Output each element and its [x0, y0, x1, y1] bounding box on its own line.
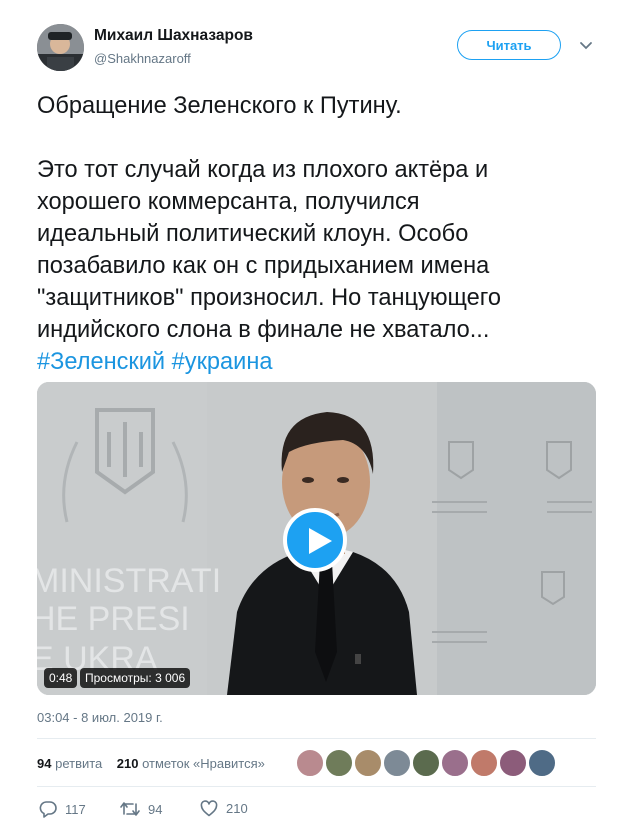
hashtags: #Зеленский #украина [37, 346, 597, 378]
divider [37, 786, 596, 787]
reply-count: 117 [65, 801, 86, 817]
likes-label[interactable]: отметок «Нравится» [142, 756, 265, 771]
liker-avatar[interactable] [441, 749, 469, 777]
author-handle[interactable]: @Shakhnazaroff [94, 51, 191, 66]
like-count: 210 [226, 801, 248, 816]
liker-avatar[interactable] [412, 749, 440, 777]
retweet-count: 94 [148, 801, 163, 817]
tweet-line: индийского слона в финале не хватало... [37, 317, 490, 343]
tweet-line: "защитников" произносил. Но танцующего [37, 285, 502, 311]
video-views: Просмотры: 3 006 [80, 668, 191, 688]
retweet-button[interactable]: 94 [120, 800, 162, 818]
tweet-timestamp[interactable]: 03:04 - 8 июл. 2019 г. [37, 710, 163, 725]
play-button[interactable] [283, 508, 347, 572]
follow-button[interactable]: Читать [457, 30, 561, 60]
author-avatar[interactable] [37, 24, 84, 71]
user-avatar-icon [37, 24, 84, 71]
tweet-line: хорошего коммерсанта, получился [37, 189, 420, 215]
tweet-line: позабавило как он с придыханием имена [37, 253, 490, 279]
hashtag-link[interactable]: #Зеленский [37, 349, 165, 375]
chevron-down-icon[interactable] [578, 38, 594, 54]
svg-text:MINISTRATI: MINISTRATI [37, 562, 221, 600]
likes-count[interactable]: 210 [117, 756, 139, 771]
tweet-text: Обращение Зеленского к Путину. Это тот с… [37, 90, 597, 378]
retweets-count[interactable]: 94 [37, 756, 51, 771]
hashtag-link[interactable]: #украина [172, 349, 273, 375]
liker-avatar[interactable] [325, 749, 353, 777]
reply-button[interactable]: 117 [39, 800, 86, 818]
retweets-label[interactable]: ретвита [55, 756, 102, 771]
heart-icon [200, 800, 218, 817]
svg-text:HE PRESI: HE PRESI [37, 600, 190, 638]
tweet-line: Обращение Зеленского к Путину. [37, 93, 402, 119]
tweet-line: идеальный политический клоун. Особо [37, 221, 469, 247]
liker-avatar[interactable] [470, 749, 498, 777]
reply-icon [39, 801, 57, 818]
retweet-icon [120, 802, 140, 816]
liker-avatar[interactable] [499, 749, 527, 777]
divider [37, 738, 596, 739]
liker-avatar[interactable] [528, 749, 556, 777]
video-duration: 0:48 [44, 668, 78, 688]
like-button[interactable]: 210 [200, 800, 248, 817]
play-icon [309, 528, 332, 554]
tweet-line: Это тот случай когда из плохого актёра и [37, 157, 489, 183]
liker-avatar[interactable] [383, 749, 411, 777]
liker-avatar[interactable] [354, 749, 382, 777]
author-name[interactable]: Михаил Шахназаров [94, 27, 253, 45]
tweet-stats: 94 ретвита 210 отметок «Нравится» [37, 756, 265, 771]
liker-avatar[interactable] [296, 749, 324, 777]
